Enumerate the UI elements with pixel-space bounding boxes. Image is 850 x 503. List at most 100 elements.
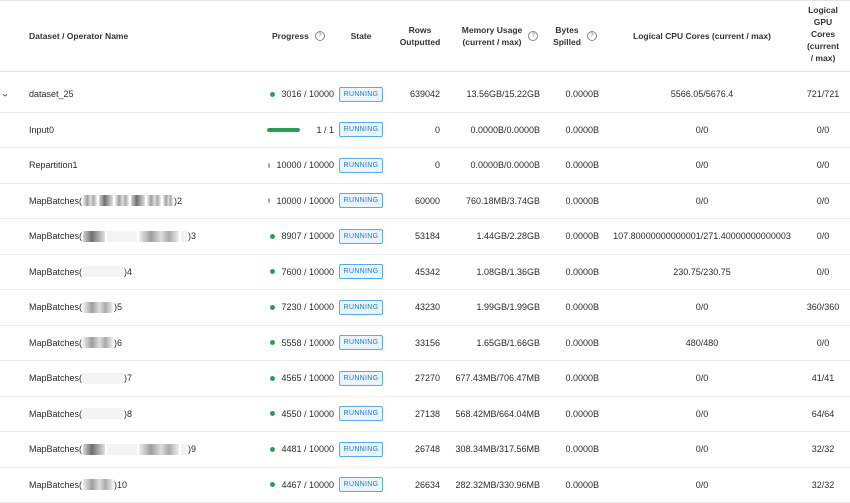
help-circle-icon[interactable]: ? bbox=[528, 31, 538, 41]
memory-usage: 1.65GB/1.66GB bbox=[446, 326, 540, 361]
header-gpu-line-3: Cores bbox=[811, 29, 835, 39]
header-rows-outputted[interactable]: Rows Outputted bbox=[396, 1, 444, 71]
bytes-spilled: 0.0000B bbox=[545, 219, 599, 254]
rows-outputted: 43230 bbox=[388, 290, 440, 325]
progress-text: 5558 / 10000 bbox=[281, 338, 334, 348]
progress-bar-fill bbox=[267, 128, 300, 132]
operator-name-suffix: )6 bbox=[114, 338, 122, 348]
operator-name-suffix: )7 bbox=[124, 373, 132, 383]
progress-indicator-icon bbox=[268, 198, 270, 203]
header-cpu-cores[interactable]: Logical CPU Cores (current / max) bbox=[602, 1, 802, 71]
dataset-row[interactable]: ⌄dataset_253016 / 10000RUNNING63904213.5… bbox=[0, 77, 850, 113]
gpu-cores: 0/0 bbox=[800, 255, 846, 290]
cpu-cores: 230.75/230.75 bbox=[602, 255, 802, 290]
progress-cell: 1 / 1 bbox=[258, 113, 334, 148]
redacted-text bbox=[83, 302, 113, 313]
rows-outputted: 60000 bbox=[388, 184, 440, 219]
operator-row[interactable]: Input01 / 1RUNNING00.0000B/0.0000B0.0000… bbox=[0, 113, 850, 149]
header-memory-line-2: (current / max) bbox=[462, 37, 521, 47]
operator-name-suffix: )5 bbox=[114, 302, 122, 312]
progress-cell: 4467 / 10000 bbox=[258, 468, 334, 503]
operator-row[interactable]: MapBatches()57230 / 10000RUNNING432301.9… bbox=[0, 290, 850, 326]
operator-name: MapBatches()8 bbox=[29, 397, 261, 432]
progress-indicator-icon bbox=[270, 482, 275, 487]
operator-row[interactable]: MapBatches()210000 / 10000RUNNING6000076… bbox=[0, 184, 850, 220]
progress-text: 10000 / 10000 bbox=[276, 160, 334, 170]
memory-usage: 0.0000B/0.0000B bbox=[446, 113, 540, 148]
operator-progress-table: Dataset / Operator Name Progress ? State… bbox=[0, 0, 850, 500]
operator-name: Input0 bbox=[29, 113, 261, 148]
operator-name: dataset_25 bbox=[29, 77, 261, 112]
progress-cell: 10000 / 10000 bbox=[258, 184, 334, 219]
cpu-cores: 0/0 bbox=[602, 397, 802, 432]
cpu-cores: 0/0 bbox=[602, 468, 802, 503]
header-state[interactable]: State bbox=[336, 1, 386, 71]
chevron-down-icon[interactable]: ⌄ bbox=[1, 89, 9, 100]
cpu-cores: 0/0 bbox=[602, 290, 802, 325]
bytes-spilled: 0.0000B bbox=[545, 148, 599, 183]
header-bytes-spilled[interactable]: Bytes Spilled ? bbox=[550, 1, 600, 71]
gpu-cores: 360/360 bbox=[800, 290, 846, 325]
status-badge: RUNNING bbox=[339, 335, 384, 350]
table-header: Dataset / Operator Name Progress ? State… bbox=[0, 0, 850, 72]
progress-cell: 4481 / 10000 bbox=[258, 432, 334, 467]
progress-cell: 5558 / 10000 bbox=[258, 326, 334, 361]
progress-text: 8907 / 10000 bbox=[281, 231, 334, 241]
status-badge: RUNNING bbox=[339, 442, 384, 457]
operator-row[interactable]: MapBatches()104467 / 10000RUNNING2663428… bbox=[0, 468, 850, 503]
gpu-cores: 0/0 bbox=[800, 148, 846, 183]
bytes-spilled: 0.0000B bbox=[545, 397, 599, 432]
memory-usage: 308.34MB/317.56MB bbox=[446, 432, 540, 467]
operator-row[interactable]: MapBatches()65558 / 10000RUNNING331561.6… bbox=[0, 326, 850, 362]
state-cell: RUNNING bbox=[336, 113, 386, 148]
operator-name: MapBatches()4 bbox=[29, 255, 261, 290]
rows-outputted: 639042 bbox=[388, 77, 440, 112]
status-badge: RUNNING bbox=[339, 229, 384, 244]
operator-row[interactable]: MapBatches()38907 / 10000RUNNING531841.4… bbox=[0, 219, 850, 255]
memory-usage: 677.43MB/706.47MB bbox=[446, 361, 540, 396]
operator-name-suffix: )4 bbox=[124, 267, 132, 277]
redacted-text bbox=[83, 479, 113, 490]
operator-name-text: MapBatches( bbox=[29, 373, 82, 383]
header-gpu-cores[interactable]: Logical GPU Cores (current / max) bbox=[800, 0, 846, 69]
header-progress[interactable]: Progress ? bbox=[258, 1, 348, 71]
operator-name-suffix: )10 bbox=[114, 480, 127, 490]
bytes-spilled: 0.0000B bbox=[545, 361, 599, 396]
redacted-text bbox=[181, 231, 187, 242]
operator-row[interactable]: Repartition110000 / 10000RUNNING00.0000B… bbox=[0, 148, 850, 184]
gpu-cores: 64/64 bbox=[800, 397, 846, 432]
rows-outputted: 45342 bbox=[388, 255, 440, 290]
operator-row[interactable]: MapBatches()47600 / 10000RUNNING453421.0… bbox=[0, 255, 850, 291]
progress-indicator-icon bbox=[270, 92, 275, 97]
operator-row[interactable]: MapBatches()74565 / 10000RUNNING27270677… bbox=[0, 361, 850, 397]
state-cell: RUNNING bbox=[336, 255, 386, 290]
redacted-text bbox=[83, 337, 113, 348]
gpu-cores: 0/0 bbox=[800, 326, 846, 361]
help-circle-icon[interactable]: ? bbox=[315, 31, 325, 41]
operator-row[interactable]: MapBatches()84550 / 10000RUNNING27138568… bbox=[0, 397, 850, 433]
header-name[interactable]: Dataset / Operator Name bbox=[29, 1, 261, 71]
help-circle-icon[interactable]: ? bbox=[587, 31, 597, 41]
redacted-text bbox=[83, 408, 123, 419]
redacted-text bbox=[99, 195, 113, 206]
progress-cell: 8907 / 10000 bbox=[258, 219, 334, 254]
header-gpu-label: Logical GPU Cores (current / max) bbox=[807, 4, 839, 64]
redacted-text bbox=[181, 444, 187, 455]
rows-outputted: 0 bbox=[388, 148, 440, 183]
redacted-text bbox=[83, 195, 97, 206]
status-badge: RUNNING bbox=[339, 122, 384, 137]
header-memory-usage[interactable]: Memory Usage (current / max) ? bbox=[455, 1, 545, 71]
operator-name-text: MapBatches( bbox=[29, 480, 82, 490]
operator-row[interactable]: MapBatches()94481 / 10000RUNNING26748308… bbox=[0, 432, 850, 468]
redacted-text bbox=[83, 444, 105, 455]
header-cpu-label: Logical CPU Cores (current / max) bbox=[633, 30, 771, 42]
gpu-cores: 0/0 bbox=[800, 219, 846, 254]
state-cell: RUNNING bbox=[336, 77, 386, 112]
gpu-cores: 0/0 bbox=[800, 113, 846, 148]
gpu-cores: 32/32 bbox=[800, 432, 846, 467]
header-bytes-label: Bytes Spilled bbox=[553, 24, 581, 48]
progress-indicator-icon bbox=[270, 340, 275, 345]
operator-name-text: MapBatches( bbox=[29, 302, 82, 312]
progress-cell: 4550 / 10000 bbox=[258, 397, 334, 432]
operator-name: Repartition1 bbox=[29, 148, 261, 183]
